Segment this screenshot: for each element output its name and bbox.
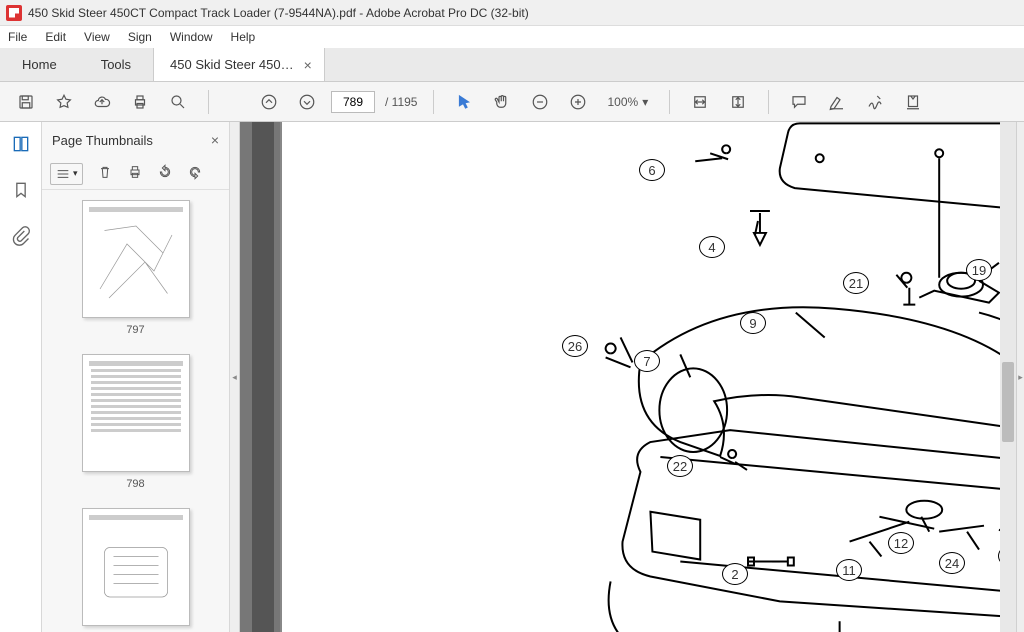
thumbnails-panel-icon[interactable] [9,132,33,156]
stamp-icon[interactable] [899,88,927,116]
diagram-callout: 12 [888,532,914,554]
menu-sign[interactable]: Sign [128,30,152,44]
toolbar-separator [669,90,670,114]
menu-help[interactable]: Help [231,30,256,44]
diagram-callout: 26 [562,335,588,357]
tab-close-icon[interactable]: × [304,57,312,73]
menu-view[interactable]: View [84,30,110,44]
callout-number: 19 [966,259,992,281]
page-down-icon[interactable] [293,88,321,116]
toolbar-separator [208,90,209,114]
callout-number: 2 [722,563,748,585]
fit-page-icon[interactable] [724,88,752,116]
vertical-scrollbar[interactable] [1000,122,1016,632]
splitter-grip-icon: ▸ [1018,372,1023,383]
callout-number: 6 [639,159,665,181]
callout-number: 12 [888,532,914,554]
thumbnails-panel: Page Thumbnails × ▾ 797 798 799 [42,122,230,632]
workarea: Page Thumbnails × ▾ 797 798 799 [0,122,1024,632]
sign-icon[interactable] [861,88,889,116]
toolbar-separator [433,90,434,114]
thumbnails-print-icon[interactable] [127,164,143,183]
cloud-upload-icon[interactable] [88,88,116,116]
highlight-icon[interactable] [823,88,851,116]
previous-page-edge [252,122,274,632]
callout-number: 9 [740,312,766,334]
callout-number: 7 [634,350,660,372]
page-total-label: / 1195 [385,95,417,109]
star-icon[interactable] [50,88,78,116]
chevron-down-icon: ▾ [642,95,648,109]
thumbnail-page-label: 797 [126,324,144,336]
diagram-callout: 24 [939,552,965,574]
tab-home[interactable]: Home [0,48,79,81]
diagram-callout: 2 [722,563,748,585]
callout-number: 22 [667,455,693,477]
callout-number: 24 [939,552,965,574]
tab-tools[interactable]: Tools [79,48,153,81]
thumbnails-rotate-cw-icon[interactable] [187,164,203,183]
tab-document-label: 450 Skid Steer 450… [170,57,294,72]
attachments-panel-icon[interactable] [9,224,33,248]
comment-icon[interactable] [785,88,813,116]
sidebar-rail [0,122,42,632]
thumbnail-page-label: 798 [126,478,144,490]
thumbnails-close-icon[interactable]: × [211,132,219,148]
thumbnail-item[interactable]: 798 [42,354,229,490]
toolbar: / 1195 100% ▾ [0,82,1024,122]
page-number-input[interactable] [331,91,375,113]
zoom-in-icon[interactable] [564,88,592,116]
scrollbar-thumb[interactable] [1002,362,1014,442]
diagram-callout: 7 [634,350,660,372]
diagram-callout: 22 [667,455,693,477]
diagram-callout: 9 [740,312,766,334]
panel-splitter[interactable]: ◂ [230,122,240,632]
diagram-callout: 21 [843,272,869,294]
thumbnails-delete-icon[interactable] [97,164,113,183]
print-icon[interactable] [126,88,154,116]
zoom-out-icon[interactable] [526,88,554,116]
acrobat-app-icon [6,5,22,21]
thumbnails-options-icon[interactable]: ▾ [50,163,83,185]
diagram-callout: 6 [639,159,665,181]
zoom-level-label: 100% [607,95,638,109]
diagram-callout: 19 [966,259,992,281]
tab-document[interactable]: 450 Skid Steer 450… × [153,48,325,81]
hand-pan-icon[interactable] [488,88,516,116]
document-view[interactable]: 6164211915132592672023221211122414 [240,122,1016,632]
thumbnail-item[interactable]: 797 [42,200,229,336]
zoom-level-dropdown[interactable]: 100% ▾ [602,92,653,112]
thumbnails-list[interactable]: 797 798 799 [42,190,229,632]
window-title: 450 Skid Steer 450CT Compact Track Loade… [28,6,529,20]
tabbar: Home Tools 450 Skid Steer 450… × [0,48,1024,82]
thumbnails-rotate-ccw-icon[interactable] [157,164,173,183]
menu-file[interactable]: File [8,30,27,44]
search-icon[interactable] [164,88,192,116]
callout-number: 26 [562,335,588,357]
menubar: File Edit View Sign Window Help [0,26,1024,48]
thumbnails-toolbar: ▾ [42,158,229,190]
tools-pane-splitter[interactable]: ▸ [1016,122,1024,632]
technical-drawing [282,122,1016,632]
fit-width-icon[interactable] [686,88,714,116]
callout-number: 11 [836,559,862,581]
menu-window[interactable]: Window [170,30,213,44]
menu-edit[interactable]: Edit [45,30,66,44]
thumbnails-title: Page Thumbnails [52,133,153,148]
callout-number: 4 [699,236,725,258]
titlebar: 450 Skid Steer 450CT Compact Track Loade… [0,0,1024,26]
pdf-page: 6164211915132592672023221211122414 [280,122,1016,632]
selection-arrow-icon[interactable] [450,88,478,116]
thumbnail-item[interactable]: 799 [42,508,229,632]
diagram-callout: 4 [699,236,725,258]
callout-number: 21 [843,272,869,294]
splitter-grip-icon: ◂ [233,363,237,391]
diagram-callout: 11 [836,559,862,581]
thumbnails-header: Page Thumbnails × [42,122,229,158]
toolbar-separator [768,90,769,114]
page-up-icon[interactable] [255,88,283,116]
bookmarks-panel-icon[interactable] [9,178,33,202]
save-icon[interactable] [12,88,40,116]
